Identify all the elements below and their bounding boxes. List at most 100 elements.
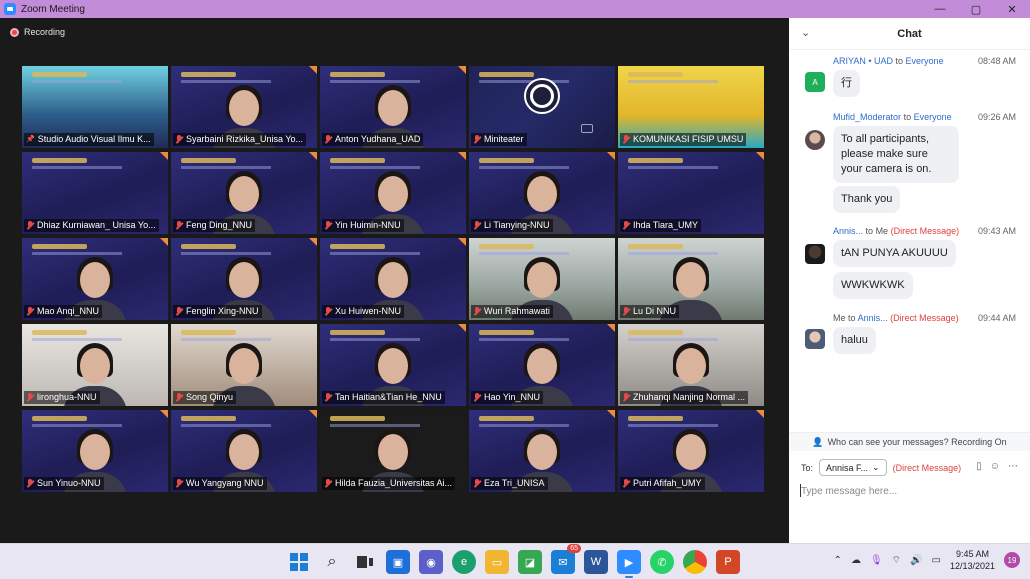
participant-tile[interactable]: Syarbaini Rizkika_Unisa Yo... [171, 66, 317, 148]
participant-tile[interactable]: Hilda Fauzia_Universitas Ai... [320, 410, 466, 492]
participant-tile[interactable]: Li Tianying-NNU [469, 152, 615, 234]
participant-name-tag: Hilda Fauzia_Universitas Ai... [322, 477, 456, 490]
participant-name-tag: 📌 Studio Audio Visual Ilmu K... [24, 133, 154, 146]
participant-name: Tan Haitian&Tian He_NNU [335, 392, 442, 402]
chevron-up-icon[interactable]: ⌃ [834, 555, 842, 566]
participant-name: Xu Huiwen-NNU [335, 306, 402, 316]
mail-icon[interactable]: ✉ 65 [551, 544, 581, 574]
widgets-icon[interactable]: ▣ [386, 550, 410, 574]
window-controls: — ▢ ✕ [922, 0, 1030, 18]
participant-tile[interactable]: Eza Tri_UNISA [469, 410, 615, 492]
participant-tile[interactable]: Lu Di NNU [618, 238, 764, 320]
speaker-icon[interactable]: 🔊 [910, 555, 922, 566]
windows-start-icon[interactable] [287, 550, 311, 574]
notification-badge[interactable]: 19 [1004, 552, 1020, 568]
participant-tile[interactable]: Wu Yangyang NNU [171, 410, 317, 492]
banner-corner [607, 152, 615, 160]
sender-name[interactable]: ARIYAN • UAD [833, 56, 893, 66]
participant-tile[interactable]: Ihda Tiara_UMY [618, 152, 764, 234]
participant-tile[interactable]: KOMUNIKASI FISIP UMSU [618, 66, 764, 148]
recipient-name[interactable]: Everyone [914, 112, 952, 122]
mic-muted-icon [473, 479, 481, 488]
participant-name: Lu Di NNU [633, 306, 677, 316]
more-icon[interactable]: ⋯ [1008, 461, 1018, 472]
privacy-text: Who can see your messages? Recording On [827, 437, 1007, 447]
word-icon[interactable]: W [584, 550, 608, 574]
file-explorer-icon[interactable]: ▭ [485, 550, 509, 574]
message-bubble: WWKWKWK [833, 272, 913, 299]
microphone-icon[interactable]: 🎙 [870, 555, 883, 566]
file-icon[interactable]: ▯ [976, 461, 982, 472]
task-view-icon[interactable] [353, 550, 377, 574]
recording-indicator[interactable]: Recording [10, 27, 65, 37]
message-input[interactable] [801, 483, 1018, 499]
participant-tile[interactable]: Anton Yudhana_UAD [320, 66, 466, 148]
chart-app-icon[interactable]: ◪ [518, 550, 542, 574]
participant-tile[interactable]: lironghua-NNU [22, 324, 168, 406]
participant-tile[interactable]: Mao Anqi_NNU [22, 238, 168, 320]
participant-tile[interactable]: Song Qinyu [171, 324, 317, 406]
sender-name[interactable]: Mufid_Moderator [833, 112, 901, 122]
message-time: 09:44 AM [977, 313, 1016, 323]
recipient-name[interactable]: Everyone [906, 56, 944, 66]
obs-logo-icon [524, 78, 560, 114]
powerpoint-icon[interactable]: P [716, 550, 740, 574]
mic-muted-icon [175, 479, 183, 488]
participant-tile[interactable]: Wuri Rahmawati [469, 238, 615, 320]
clock[interactable]: 9:45 AM 12/13/2021 [950, 548, 995, 572]
participant-name-tag: Feng Ding_NNU [173, 219, 256, 232]
participant-tile[interactable]: Dhiaz Kurniawan_ Unisa Yo... [22, 152, 168, 234]
participant-name: Ihda Tiara_UMY [633, 220, 699, 230]
banner-corner [309, 66, 317, 74]
sender-name[interactable]: Annis... [833, 226, 863, 236]
emoji-icon[interactable]: ☺ [990, 461, 1000, 472]
pin-icon: 📌 [26, 136, 35, 143]
message-bubble: To all participants, please make sure yo… [833, 126, 959, 183]
participant-tile[interactable]: Xu Huiwen-NNU [320, 238, 466, 320]
participant-tile[interactable]: Feng Ding_NNU [171, 152, 317, 234]
teams-chat-icon[interactable]: ◉ [419, 550, 443, 574]
avatar: A [805, 72, 825, 92]
mic-muted-icon [324, 135, 332, 144]
participant-name-tag: Mao Anqi_NNU [24, 305, 103, 318]
mic-muted-icon [622, 479, 630, 488]
whatsapp-icon[interactable]: ✆ [650, 550, 674, 574]
close-button[interactable]: ✕ [994, 0, 1030, 18]
recipient-name[interactable]: Annis... [858, 313, 888, 323]
participant-tile[interactable]: Fenglin Xing-NNU [171, 238, 317, 320]
participant-tile[interactable]: Miniteater [469, 66, 615, 148]
direct-message-label: (Direct Message) [890, 226, 960, 236]
participant-tile[interactable]: Putri Afifah_UMY [618, 410, 764, 492]
participant-tile[interactable]: 📌 Studio Audio Visual Ilmu K... [22, 66, 168, 148]
privacy-notice[interactable]: 👤 Who can see your messages? Recording O… [789, 433, 1030, 451]
participant-name: Eza Tri_UNISA [484, 478, 545, 488]
banner-corner [309, 152, 317, 160]
cloud-icon[interactable]: ☁ [851, 555, 861, 566]
participant-tile[interactable]: Zhuhanqi Nanjing Normal ... [618, 324, 764, 406]
minimize-button[interactable]: — [922, 0, 958, 18]
edge-icon[interactable]: e [452, 550, 476, 574]
search-icon[interactable]: ⌕ [320, 550, 344, 574]
participant-name: Putri Afifah_UMY [633, 478, 702, 488]
message-bubble: tAN PUNYA AKUUUU [833, 240, 956, 267]
mic-muted-icon [26, 221, 34, 230]
zoom-icon[interactable]: ▶ [617, 550, 641, 578]
participant-name-tag: Miniteater [471, 133, 527, 146]
mic-muted-icon [473, 307, 481, 316]
recipient-select[interactable]: Annisa F... ⌄ [819, 459, 887, 476]
participant-name-tag: Anton Yudhana_UAD [322, 133, 424, 146]
chevron-down-icon[interactable]: ⌄ [801, 26, 810, 39]
participant-name-tag: Yin Huimin-NNU [322, 219, 404, 232]
participant-tile[interactable]: Yin Huimin-NNU [320, 152, 466, 234]
chat-header: ⌄ Chat [789, 18, 1030, 50]
participant-tile[interactable]: Hao Yin_NNU [469, 324, 615, 406]
participant-tile[interactable]: Sun Yinuo-NNU [22, 410, 168, 492]
recipient-name: Me [875, 226, 889, 236]
participant-name-tag: Lu Di NNU [620, 305, 680, 318]
battery-icon[interactable]: ▭ [932, 555, 941, 566]
chrome-icon[interactable] [683, 550, 707, 574]
participant-name: Wu Yangyang NNU [186, 478, 264, 488]
participant-tile[interactable]: Tan Haitian&Tian He_NNU [320, 324, 466, 406]
maximize-button[interactable]: ▢ [958, 0, 994, 18]
wifi-icon[interactable]: ⌔ [892, 554, 901, 567]
